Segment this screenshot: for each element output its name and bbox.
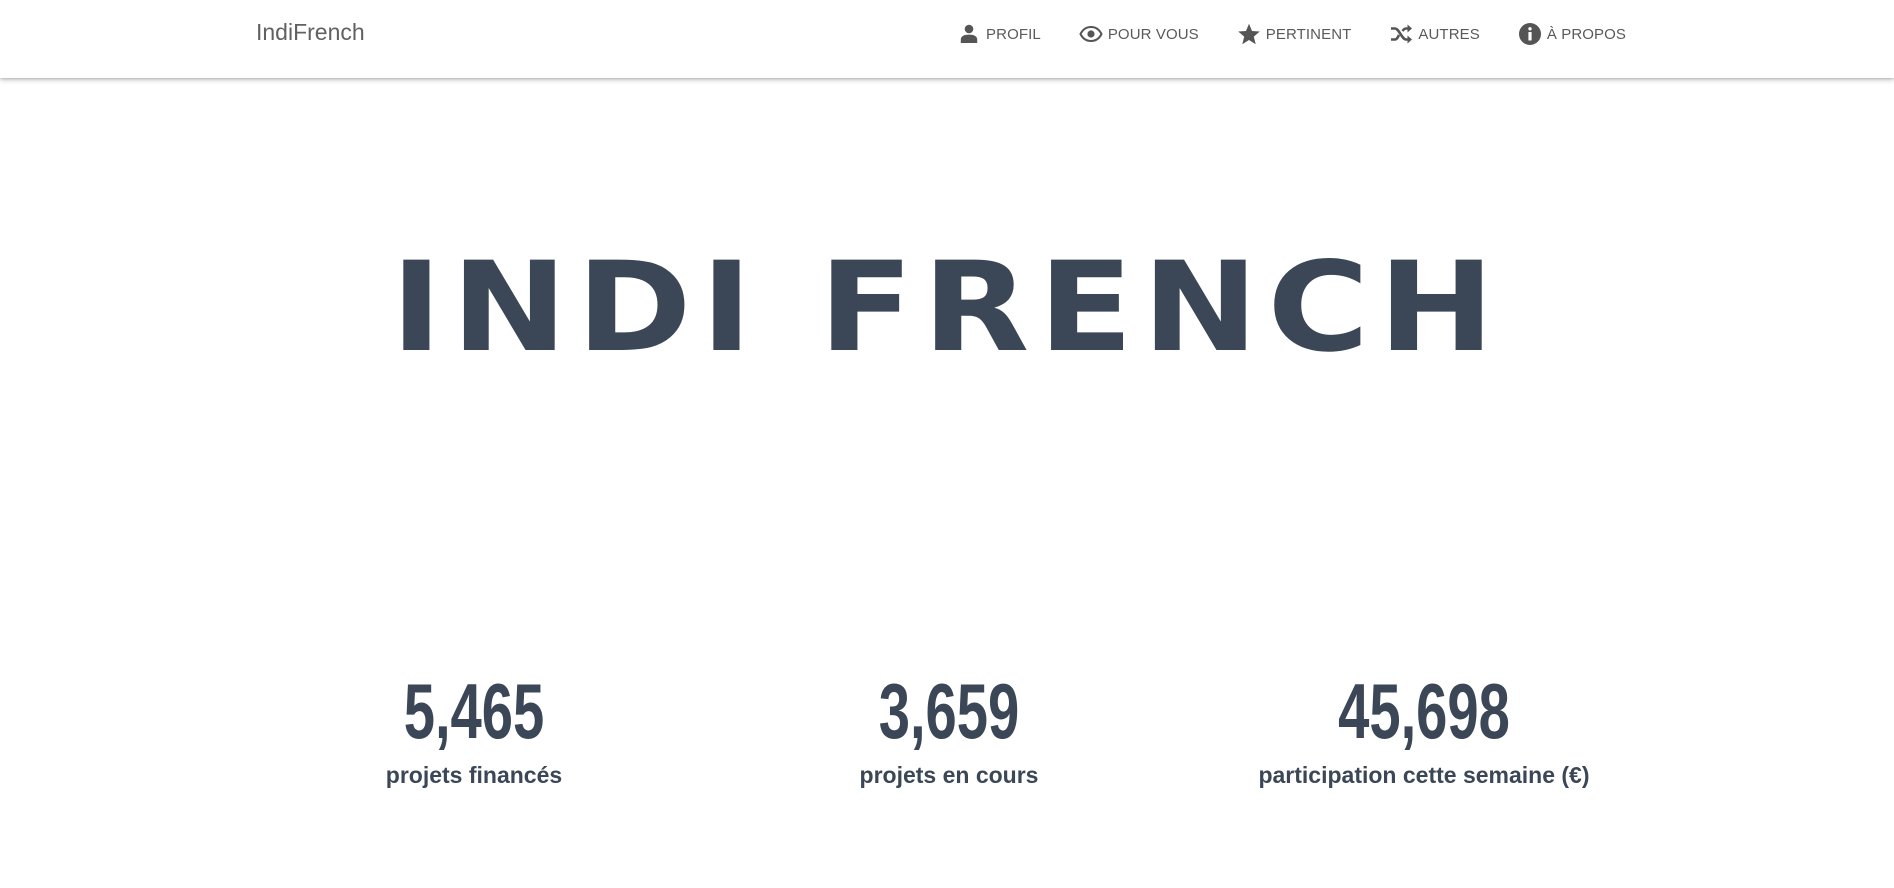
stat-label: projets en cours — [859, 762, 1039, 788]
nav-item-autres[interactable]: AUTRES — [1370, 0, 1498, 68]
nav-item-label: PROFIL — [986, 25, 1041, 43]
nav-item-label: PERTINENT — [1265, 25, 1352, 43]
person-icon — [957, 22, 981, 46]
nav-item-pertinent[interactable]: PERTINENT — [1218, 0, 1371, 68]
brand-logo[interactable]: IndiFrench — [256, 19, 365, 46]
stat-value: 3,659 — [878, 667, 1020, 755]
hero-title: INDI FRENCH — [390, 236, 1504, 380]
star-icon — [1237, 22, 1261, 46]
stat-value: 5,465 — [403, 667, 545, 755]
stats-section: 5,465 projets financés 3,659 projets en … — [0, 672, 1894, 812]
stat-projets-en-cours: 3,659 projets en cours — [739, 672, 1159, 789]
stat-participation-semaine: 45,698 participation cette semaine (€) — [1214, 672, 1634, 789]
stat-projets-finances: 5,465 projets financés — [264, 672, 684, 789]
top-navbar: IndiFrench PROFIL POUR VOUS PERTINENT AU… — [0, 0, 1894, 78]
info-icon — [1518, 22, 1542, 46]
nav-item-profil[interactable]: PROFIL — [938, 0, 1060, 68]
nav-item-a-propos[interactable]: À PROPOS — [1499, 0, 1626, 68]
stat-label: participation cette semaine (€) — [1258, 762, 1590, 788]
nav-links: PROFIL POUR VOUS PERTINENT AUTRES À PROP… — [938, 0, 1626, 68]
nav-item-label: À PROPOS — [1546, 25, 1626, 43]
shuffle-icon — [1389, 22, 1413, 46]
nav-item-label: POUR VOUS — [1107, 25, 1199, 43]
nav-item-pour-vous[interactable]: POUR VOUS — [1060, 0, 1218, 68]
stat-value: 45,698 — [1338, 667, 1510, 755]
eye-icon — [1079, 22, 1103, 46]
nav-item-label: AUTRES — [1418, 25, 1480, 43]
stat-label: projets financés — [385, 762, 563, 788]
